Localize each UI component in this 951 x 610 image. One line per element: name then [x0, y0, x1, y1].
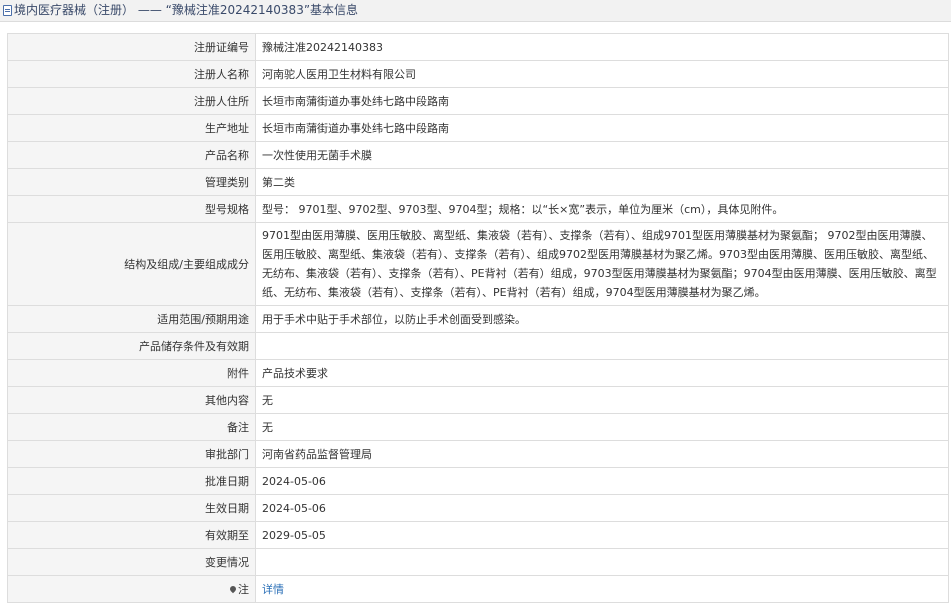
row-label-registrant-address: 注册人住所: [7, 87, 256, 115]
table-row: 产品名称 一次性使用无菌手术膜: [7, 141, 949, 169]
row-value-effective-date: 2024-05-06: [255, 494, 949, 522]
table-row: 审批部门 河南省药品监督管理局: [7, 440, 949, 468]
row-value-storage-validity: [255, 332, 949, 360]
note-label: 注: [238, 583, 249, 596]
row-value-remarks: 无: [255, 413, 949, 441]
row-label-note: 注: [7, 575, 256, 603]
row-value-management-class: 第二类: [255, 168, 949, 196]
row-label-registrant-name: 注册人名称: [7, 60, 256, 88]
row-value-production-address: 长垣市南蒲街道办事处纬七路中段路南: [255, 114, 949, 142]
row-label-attachment: 附件: [7, 359, 256, 387]
row-label-approval-date: 批准日期: [7, 467, 256, 495]
row-label-approval-department: 审批部门: [7, 440, 256, 468]
table-row: 适用范围/预期用途 用于手术中贴于手术部位，以防止手术创面受到感染。: [7, 305, 949, 333]
pin-icon: [228, 584, 238, 594]
row-label-registration-no: 注册证编号: [7, 33, 256, 61]
table-row: 变更情况: [7, 548, 949, 576]
details-link[interactable]: 详情: [262, 583, 284, 596]
table-row: 管理类别 第二类: [7, 168, 949, 196]
row-label-production-address: 生产地址: [7, 114, 256, 142]
document-icon: [3, 5, 12, 16]
row-label-structure-composition: 结构及组成/主要组成成分: [7, 222, 256, 306]
row-label-intended-use: 适用范围/预期用途: [7, 305, 256, 333]
row-value-note: 详情: [255, 575, 949, 603]
row-label-management-class: 管理类别: [7, 168, 256, 196]
table-row: 注 详情: [7, 575, 949, 603]
table-row: 生产地址 长垣市南蒲街道办事处纬七路中段路南: [7, 114, 949, 142]
row-value-attachment: 产品技术要求: [255, 359, 949, 387]
table-row: 有效期至 2029-05-05: [7, 521, 949, 549]
table-row: 注册证编号 豫械注准20242140383: [7, 33, 949, 61]
table-row: 生效日期 2024-05-06: [7, 494, 949, 522]
row-label-effective-date: 生效日期: [7, 494, 256, 522]
row-label-model-spec: 型号规格: [7, 195, 256, 223]
row-label-remarks: 备注: [7, 413, 256, 441]
row-value-structure-composition: 9701型由医用薄膜、医用压敏胶、离型纸、集液袋（若有）、支撑条（若有）、组成9…: [255, 222, 949, 306]
row-label-storage-validity: 产品储存条件及有效期: [7, 332, 256, 360]
table-row: 型号规格 型号： 9701型、9702型、9703型、9704型；规格：以“长×…: [7, 195, 949, 223]
row-value-product-name: 一次性使用无菌手术膜: [255, 141, 949, 169]
row-value-registration-no: 豫械注准20242140383: [255, 33, 949, 61]
row-label-valid-until: 有效期至: [7, 521, 256, 549]
row-value-intended-use: 用于手术中贴于手术部位，以防止手术创面受到感染。: [255, 305, 949, 333]
row-value-valid-until: 2029-05-05: [255, 521, 949, 549]
table-row: 备注 无: [7, 413, 949, 441]
registration-detail-table: 注册证编号 豫械注准20242140383 注册人名称 河南驼人医用卫生材料有限…: [7, 33, 949, 603]
row-value-model-spec: 型号： 9701型、9702型、9703型、9704型；规格：以“长×宽”表示，…: [255, 195, 949, 223]
row-value-approval-date: 2024-05-06: [255, 467, 949, 495]
row-label-product-name: 产品名称: [7, 141, 256, 169]
page-header: 境内医疗器械（注册） —— “豫械注准20242140383”基本信息: [0, 0, 951, 22]
table-row: 注册人名称 河南驼人医用卫生材料有限公司: [7, 60, 949, 88]
table-row: 结构及组成/主要组成成分 9701型由医用薄膜、医用压敏胶、离型纸、集液袋（若有…: [7, 222, 949, 306]
row-value-change-status: [255, 548, 949, 576]
table-row: 注册人住所 长垣市南蒲街道办事处纬七路中段路南: [7, 87, 949, 115]
table-row: 批准日期 2024-05-06: [7, 467, 949, 495]
row-value-registrant-name: 河南驼人医用卫生材料有限公司: [255, 60, 949, 88]
table-row: 其他内容 无: [7, 386, 949, 414]
row-value-registrant-address: 长垣市南蒲街道办事处纬七路中段路南: [255, 87, 949, 115]
row-value-other-content: 无: [255, 386, 949, 414]
page-title: 境内医疗器械（注册） —— “豫械注准20242140383”基本信息: [14, 3, 359, 17]
table-row: 附件 产品技术要求: [7, 359, 949, 387]
row-label-other-content: 其他内容: [7, 386, 256, 414]
table-row: 产品储存条件及有效期: [7, 332, 949, 360]
row-value-approval-department: 河南省药品监督管理局: [255, 440, 949, 468]
row-label-change-status: 变更情况: [7, 548, 256, 576]
